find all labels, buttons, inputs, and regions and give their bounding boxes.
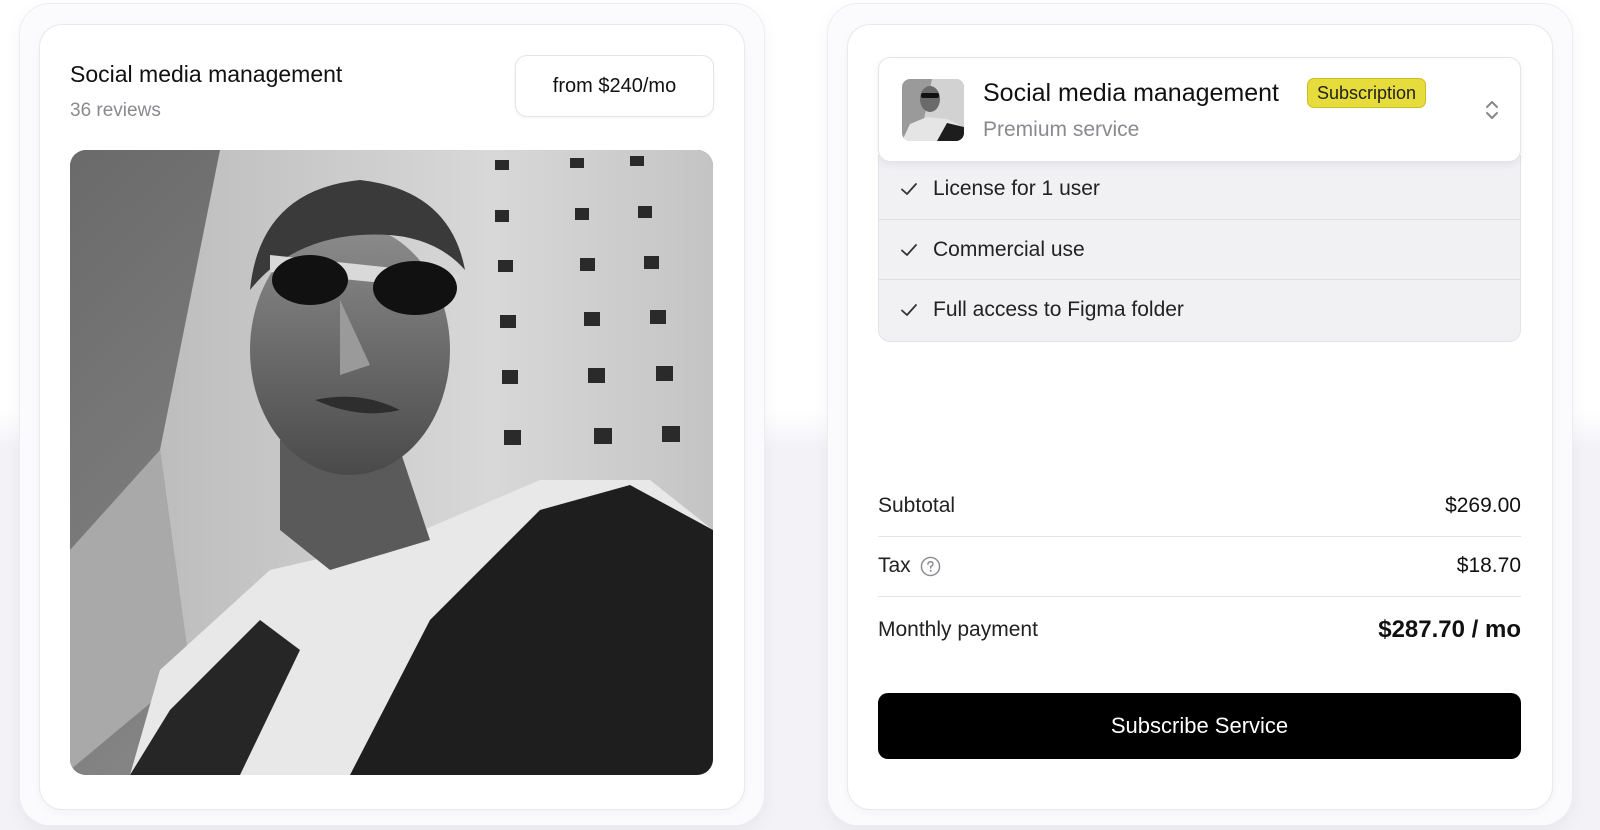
monthly-payment-value: $287.70 / mo — [1378, 616, 1521, 643]
list-item: Full access to Figma folder — [879, 279, 1520, 339]
checkout-card: Social media management Subscription Pre… — [848, 25, 1552, 809]
monthly-payment-label: Monthly payment — [878, 618, 1038, 641]
tax-row: Tax $18.70 — [878, 554, 1521, 578]
subscription-badge: Subscription — [1307, 78, 1427, 108]
divider — [878, 596, 1521, 597]
subtotal-row: Subtotal $269.00 — [878, 494, 1521, 518]
list-item: License for 1 user — [879, 159, 1520, 219]
check-icon — [901, 243, 917, 256]
man-in-sunglasses-photo — [70, 150, 713, 775]
check-icon — [901, 183, 917, 195]
checkout-panel: Social media management Subscription Pre… — [828, 4, 1572, 825]
product-title: Social media management — [70, 61, 343, 87]
help-circle-icon[interactable] — [920, 556, 941, 577]
tax-value: $18.70 — [1456, 554, 1521, 577]
subtotal-value: $269.00 — [1445, 494, 1521, 517]
product-image — [70, 150, 713, 775]
check-icon — [901, 303, 917, 316]
divider — [878, 536, 1521, 537]
plan-subtitle: Premium service — [983, 118, 1140, 141]
tax-label: Tax — [878, 554, 911, 577]
plan-title: Social media management — [983, 79, 1279, 107]
price-button[interactable]: from $240/mo — [515, 55, 714, 117]
product-card: Social media management 36 reviews from … — [40, 25, 744, 809]
plan-selector[interactable]: Social media management Subscription Pre… — [878, 57, 1521, 162]
product-preview-panel: Social media management 36 reviews from … — [20, 4, 764, 825]
feature-label: Commercial use — [933, 237, 1085, 261]
product-thumbnail — [902, 79, 964, 141]
reviews-count[interactable]: 36 reviews — [70, 100, 161, 122]
list-item: Commercial use — [879, 219, 1520, 279]
subscribe-button[interactable]: Subscribe Service — [878, 693, 1521, 759]
feature-label: License for 1 user — [933, 177, 1100, 200]
chevron-up-down-icon[interactable] — [1485, 98, 1499, 122]
feature-label: Full access to Figma folder — [933, 297, 1184, 321]
subtotal-label: Subtotal — [878, 494, 956, 517]
monthly-payment-row: Monthly payment $287.70 / mo — [878, 616, 1521, 644]
features-list: License for 1 user Commercial use Full a… — [878, 155, 1521, 342]
